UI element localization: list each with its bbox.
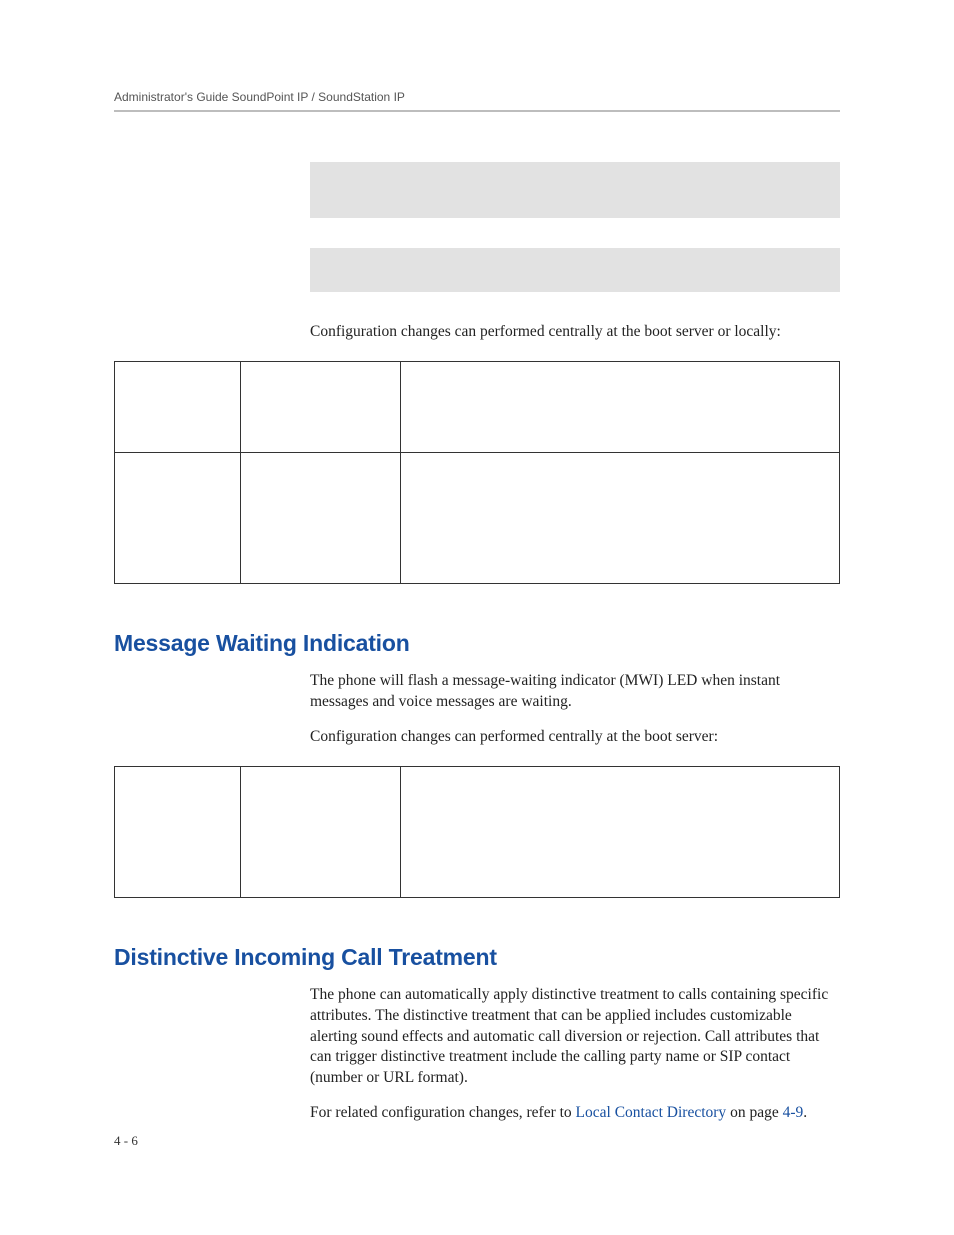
table-cell: [401, 452, 840, 583]
table-cell: [115, 766, 241, 897]
table-row: [115, 361, 840, 452]
distinctive-p2-post: .: [803, 1104, 807, 1121]
mwi-p2: Configuration changes can performed cent…: [310, 727, 840, 748]
table-cell: [115, 361, 241, 452]
placeholder-box-1: [310, 162, 840, 218]
page-number: 4 - 6: [114, 1133, 138, 1149]
body-column-mwi: The phone will flash a message-waiting i…: [310, 671, 840, 748]
table-cell: [241, 361, 401, 452]
header-rule: [114, 110, 840, 112]
config-table-2: [114, 766, 840, 898]
mwi-p1: The phone will flash a message-waiting i…: [310, 671, 840, 713]
link-page-ref[interactable]: 4-9: [783, 1104, 804, 1121]
link-local-contact-directory[interactable]: Local Contact Directory: [576, 1104, 727, 1121]
distinctive-p2: For related configuration changes, refer…: [310, 1103, 840, 1124]
distinctive-p2-mid: on page: [726, 1104, 782, 1121]
intro-config-text: Configuration changes can performed cent…: [310, 322, 840, 343]
table-cell: [401, 361, 840, 452]
table-row: [115, 452, 840, 583]
table-cell: [241, 452, 401, 583]
config-table-1: [114, 361, 840, 584]
table-cell: [401, 766, 840, 897]
distinctive-p2-pre: For related configuration changes, refer…: [310, 1104, 576, 1121]
body-column-distinctive: The phone can automatically apply distin…: [310, 985, 840, 1125]
body-column-top: Configuration changes can performed cent…: [310, 162, 840, 343]
distinctive-p1: The phone can automatically apply distin…: [310, 985, 840, 1090]
placeholder-box-2: [310, 248, 840, 292]
table-cell: [241, 766, 401, 897]
heading-distinctive: Distinctive Incoming Call Treatment: [114, 944, 840, 971]
heading-mwi: Message Waiting Indication: [114, 630, 840, 657]
table-cell: [115, 452, 241, 583]
running-header: Administrator's Guide SoundPoint IP / So…: [114, 90, 840, 104]
page: Administrator's Guide SoundPoint IP / So…: [0, 0, 954, 1235]
table-row: [115, 766, 840, 897]
